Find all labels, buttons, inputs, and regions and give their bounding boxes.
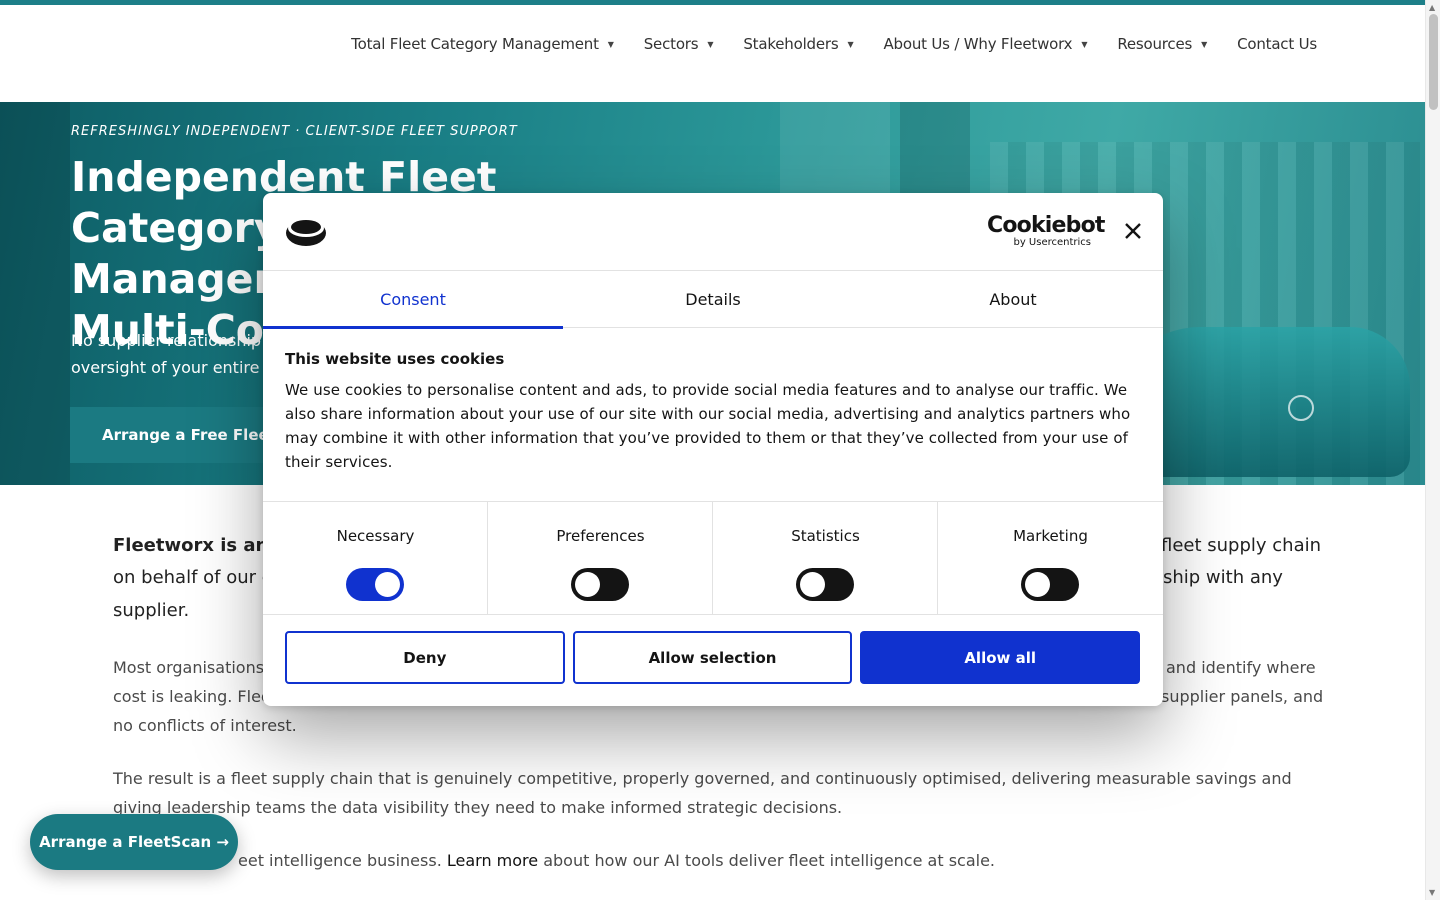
dialog-tabs: Consent Details About (263, 271, 1163, 329)
nav-item-label: Sectors (643, 35, 699, 53)
dialog-body: This website uses cookies We use cookies… (285, 350, 1140, 474)
hero-background-building (0, 102, 70, 485)
paragraph-text: supplier panels, and (1161, 687, 1324, 706)
nav-item-label: Stakeholders (743, 35, 839, 53)
intro-paragraph-2: The result is a fleet supply chain that … (113, 769, 1292, 817)
cookie-consent-dialog: Cookiebot by Usercentrics Consent Detail… (263, 193, 1163, 706)
close-icon[interactable] (1123, 221, 1143, 241)
lead-text: supplier. (113, 600, 190, 621)
caret-down-icon: ▼ (1201, 39, 1208, 49)
switch-knob (375, 572, 400, 597)
tab-consent[interactable]: Consent (263, 271, 563, 329)
dialog-buttons: Deny Allow selection Allow all (285, 631, 1141, 684)
switch-knob (800, 572, 825, 597)
consent-toggles: Necessary Preferences Statistics Marketi… (263, 501, 1163, 615)
marketing-switch[interactable] (1021, 568, 1079, 601)
nav-item-label: Total Fleet Category Management (351, 35, 599, 53)
tab-about[interactable]: About (863, 271, 1163, 328)
scroll-down-arrow-icon[interactable]: ▼ (1429, 888, 1435, 897)
hero-subtitle-line: No supplier relationship (71, 331, 262, 350)
nav-item-label: Contact Us (1237, 35, 1317, 53)
site-header: Total Fleet Category Management ▼ Sector… (0, 5, 1425, 102)
toggle-necessary: Necessary (263, 502, 488, 615)
tab-details[interactable]: Details (563, 271, 863, 328)
caret-down-icon: ▼ (607, 39, 614, 49)
intro-paragraph-3: eet intelligence business. Learn more ab… (113, 846, 1318, 875)
paragraph-text: no conflicts of interest. (113, 716, 297, 735)
nav-item-label: Resources (1117, 35, 1193, 53)
nav-item-resources[interactable]: Resources ▼ (1117, 35, 1207, 53)
deny-button[interactable]: Deny (285, 631, 565, 684)
paragraph-text: Most organisations (113, 658, 265, 677)
cookiebot-logo-text: Cookiebot (987, 213, 1105, 238)
car-emblem-icon (1288, 395, 1314, 421)
necessary-switch[interactable] (346, 568, 404, 601)
toggle-statistics: Statistics (713, 502, 938, 615)
preferences-switch[interactable] (571, 568, 629, 601)
caret-down-icon: ▼ (707, 39, 714, 49)
allow-selection-button[interactable]: Allow selection (572, 631, 853, 684)
statistics-switch[interactable] (796, 568, 854, 601)
allow-all-button[interactable]: Allow all (860, 631, 1141, 684)
paragraph-text: and identify where (1166, 658, 1316, 677)
learn-more-link[interactable]: Learn more (447, 851, 538, 870)
floating-fleetscan-button[interactable]: Arrange a FleetScan → (30, 814, 238, 870)
dialog-description: We use cookies to personalise content an… (285, 381, 1131, 471)
caret-down-icon: ▼ (847, 39, 854, 49)
site-brand-logo-icon (286, 219, 326, 246)
cookiebot-byline: by Usercentrics (1013, 237, 1091, 248)
lead-text: on behalf of our c (113, 567, 272, 588)
paragraph-text: cost is leaking. Fleet (113, 687, 278, 706)
toggle-label: Preferences (556, 527, 645, 545)
lead-text: fleet supply chain (1161, 535, 1322, 556)
nav-item-total-fleet-category-management[interactable]: Total Fleet Category Management ▼ (351, 35, 614, 53)
lead-text: ship with any (1163, 567, 1283, 588)
dialog-title: This website uses cookies (285, 350, 505, 368)
nav-item-stakeholders[interactable]: Stakeholders ▼ (743, 35, 853, 53)
page-scrollbar[interactable]: ▲ ▼ (1425, 0, 1440, 900)
toggle-label: Statistics (791, 527, 860, 545)
scroll-up-arrow-icon[interactable]: ▲ (1429, 3, 1435, 12)
scrollbar-thumb[interactable] (1429, 14, 1438, 110)
paragraph-text: about how our AI tools deliver fleet int… (543, 851, 996, 870)
toggle-preferences: Preferences (488, 502, 713, 615)
caret-down-icon: ▼ (1081, 39, 1088, 49)
toggle-label: Necessary (336, 527, 415, 545)
switch-knob (575, 572, 600, 597)
main-nav: Total Fleet Category Management ▼ Sector… (321, 35, 1317, 53)
nav-item-about-us[interactable]: About Us / Why Fleetworx ▼ (883, 35, 1087, 53)
nav-item-label: About Us / Why Fleetworx (883, 35, 1073, 53)
cookiebot-logo: Cookiebot by Usercentrics (987, 213, 1105, 249)
hero-subtitle-line: oversight of your entire f (71, 358, 271, 377)
paragraph-text: eet intelligence business. (238, 851, 442, 870)
nav-item-contact-us[interactable]: Contact Us (1237, 35, 1317, 53)
switch-knob (1025, 572, 1050, 597)
toggle-label: Marketing (1013, 527, 1088, 545)
dialog-header: Cookiebot by Usercentrics (263, 193, 1163, 271)
nav-item-sectors[interactable]: Sectors ▼ (644, 35, 714, 53)
hero-eyebrow: REFRESHINGLY INDEPENDENT · CLIENT-SIDE F… (71, 124, 518, 139)
toggle-marketing: Marketing (938, 502, 1163, 615)
